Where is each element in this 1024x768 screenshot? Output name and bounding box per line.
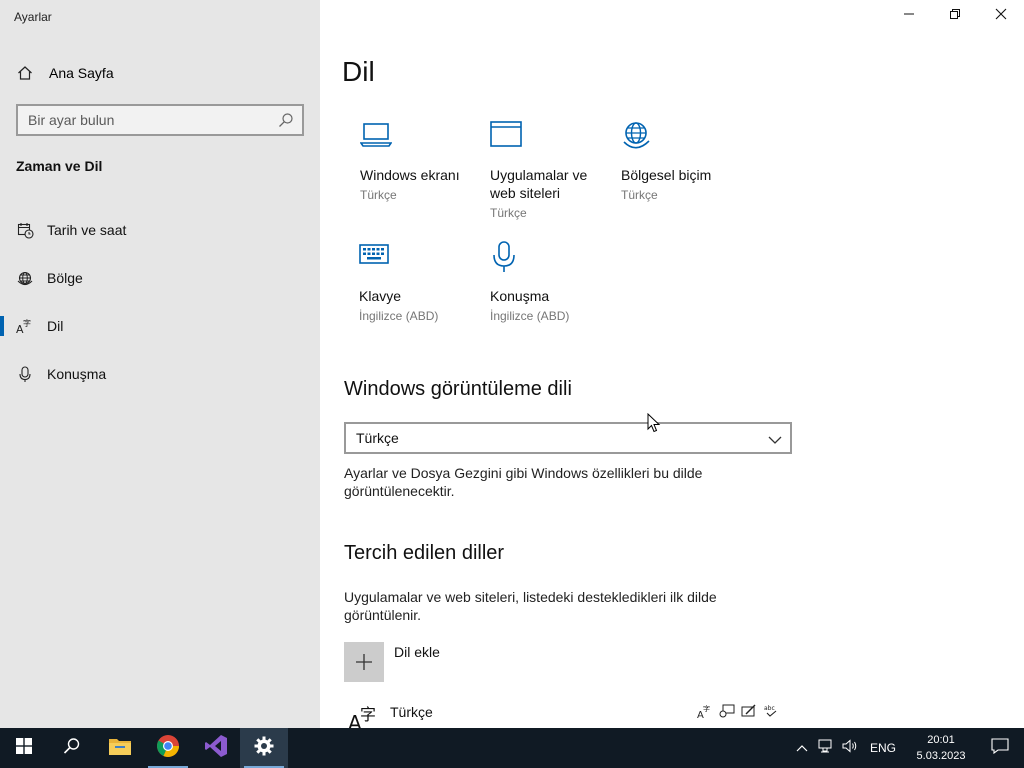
display-language-description: Ayarlar ve Dosya Gezgini gibi Windows öz… <box>344 465 703 499</box>
sidebar: Ayarlar Ana Sayfa Zaman ve Dil Tarih ve … <box>0 0 320 728</box>
nav-home-label: Ana Sayfa <box>49 65 114 81</box>
tile-sub: İngilizce (ABD) <box>490 309 570 323</box>
svg-text:字: 字 <box>703 704 710 713</box>
nav-home[interactable]: Ana Sayfa <box>0 56 320 90</box>
visual-studio-icon <box>204 734 228 763</box>
region-globe-icon <box>621 120 741 154</box>
clock-date: 5.03.2023 <box>916 750 966 762</box>
display-language-heading: Windows görüntüleme dili <box>344 378 572 400</box>
show-hidden-icons-button[interactable] <box>790 728 814 768</box>
network-button[interactable] <box>814 728 838 768</box>
taskbar-search-button[interactable] <box>48 728 96 768</box>
settings-icon <box>254 736 274 761</box>
close-icon <box>995 7 1007 25</box>
home-icon <box>16 64 34 82</box>
tile-label: Windows ekranı <box>360 167 460 183</box>
handwriting-icon <box>740 702 758 720</box>
sidebar-item-label: Konuşma <box>47 366 107 382</box>
search-icon <box>63 737 81 760</box>
language-icon: A字 <box>16 317 34 335</box>
close-button[interactable] <box>978 0 1024 32</box>
search-icon[interactable] <box>278 112 294 128</box>
language-icon: A字 <box>348 704 382 728</box>
svg-text:字: 字 <box>360 705 376 724</box>
tile-keyboard[interactable]: Klavye İngilizce (ABD) <box>359 241 479 323</box>
plus-icon <box>344 642 384 682</box>
date-time-icon <box>16 221 34 239</box>
clock-time: 20:01 <box>927 734 955 746</box>
volume-icon <box>842 738 858 758</box>
taskbar-settings[interactable] <box>240 728 288 768</box>
tile-label: Klavye <box>359 288 402 304</box>
tile-apps-websites[interactable]: Uygulamalar ve web siteleri Türkçe <box>490 120 610 220</box>
sidebar-item-label: Tarih ve saat <box>47 222 127 238</box>
file-explorer-icon <box>108 736 132 761</box>
chevron-up-icon <box>796 739 808 757</box>
region-globe-icon <box>16 269 34 287</box>
tile-label: Uygulamalar ve web siteleri <box>490 167 588 201</box>
svg-text:abc: abc <box>764 705 775 712</box>
sidebar-nav: Tarih ve saat Bölge A字 Dil Konuşma <box>0 206 320 398</box>
display-language-select[interactable]: Türkçe <box>344 422 792 454</box>
notification-icon <box>991 737 1009 759</box>
volume-button[interactable] <box>838 728 862 768</box>
restore-icon <box>949 7 961 25</box>
search-input[interactable] <box>28 112 268 128</box>
tile-label: Bölgesel biçim <box>621 167 712 183</box>
display-language-icon: A字 <box>696 702 714 720</box>
language-name: Türkçe <box>390 704 433 720</box>
section-title: Zaman ve Dil <box>16 158 103 174</box>
tile-sub: İngilizce (ABD) <box>359 309 439 323</box>
sidebar-item-region[interactable]: Bölge <box>0 254 320 302</box>
restore-button[interactable] <box>932 0 978 32</box>
taskbar-file-explorer[interactable] <box>96 728 144 768</box>
minimize-button[interactable] <box>886 0 932 32</box>
tile-sub: Türkçe <box>621 188 658 202</box>
input-language-indicator[interactable]: ENG <box>862 741 904 755</box>
page-title: Dil <box>342 56 375 87</box>
preferred-languages-description: Uygulamalar ve web siteleri, listedeki d… <box>344 589 717 623</box>
window-controls <box>886 0 1024 32</box>
keyboard-icon <box>359 241 479 275</box>
sidebar-item-label: Bölge <box>47 270 83 286</box>
sidebar-item-speech[interactable]: Konuşma <box>0 350 320 398</box>
sidebar-item-date-time[interactable]: Tarih ve saat <box>0 206 320 254</box>
svg-text:字: 字 <box>23 318 31 328</box>
minimize-icon <box>903 7 915 25</box>
preferred-languages-heading: Tercih edilen diller <box>344 542 505 564</box>
language-list-item[interactable]: A字 Türkçe A字 abc <box>344 700 784 728</box>
microphone-icon <box>16 365 34 383</box>
speech-icon <box>718 702 736 720</box>
clock[interactable]: 20:01 5.03.2023 <box>906 732 976 764</box>
tile-sub: Türkçe <box>360 188 397 202</box>
tile-sub: Türkçe <box>490 206 527 220</box>
app-title: Ayarlar <box>14 10 52 24</box>
search-field[interactable] <box>16 104 304 136</box>
windows-start-icon <box>16 737 32 759</box>
action-center-button[interactable] <box>976 728 1024 768</box>
mouse-cursor-icon <box>647 412 661 438</box>
tile-label: Konuşma <box>490 288 550 304</box>
microphone-icon <box>490 241 610 275</box>
add-language-button[interactable]: Dil ekle <box>344 642 440 682</box>
tile-regional-format[interactable]: Bölgesel biçim Türkçe <box>621 120 741 202</box>
spellcheck-icon: abc <box>762 702 780 720</box>
start-button[interactable] <box>0 728 48 768</box>
taskbar-chrome[interactable] <box>144 728 192 768</box>
taskbar-visual-studio[interactable] <box>192 728 240 768</box>
tile-speech[interactable]: Konuşma İngilizce (ABD) <box>490 241 610 323</box>
app-window-icon <box>490 120 610 154</box>
chrome-icon <box>156 734 180 763</box>
tile-windows-display[interactable]: Windows ekranı Türkçe <box>360 120 480 202</box>
network-icon <box>818 739 834 758</box>
sidebar-item-language[interactable]: A字 Dil <box>0 302 320 350</box>
main-content: Dil Windows ekranı Türkçe Uygulamalar ve… <box>320 0 1024 728</box>
add-language-label: Dil ekle <box>394 644 440 660</box>
taskbar: ENG 20:01 5.03.2023 <box>0 728 1024 768</box>
laptop-icon <box>360 120 480 154</box>
chevron-down-icon <box>768 432 782 448</box>
sidebar-item-label: Dil <box>47 318 64 334</box>
display-language-value: Türkçe <box>356 430 399 446</box>
system-tray: ENG 20:01 5.03.2023 <box>790 728 1024 768</box>
